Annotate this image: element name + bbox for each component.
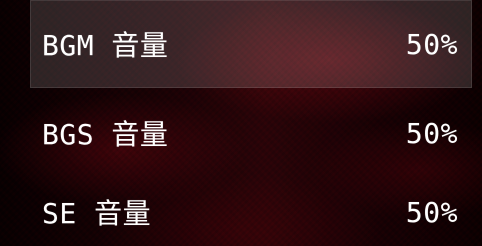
bgm-volume-option[interactable]: BGM 音量 50% [30, 0, 472, 88]
se-volume-value: 50% [405, 195, 458, 229]
bgm-volume-value: 50% [405, 27, 458, 61]
volume-settings-menu: BGM 音量 50% BGS 音量 50% SE 音量 50% [30, 0, 472, 246]
bgs-volume-label: BGS 音量 [42, 118, 169, 151]
bgs-volume-value: 50% [405, 116, 458, 150]
se-volume-option[interactable]: SE 音量 50% [30, 178, 472, 246]
se-volume-label: SE 音量 [42, 197, 152, 230]
bgs-volume-option[interactable]: BGS 音量 50% [30, 89, 472, 177]
bgm-volume-label: BGM 音量 [42, 29, 169, 62]
